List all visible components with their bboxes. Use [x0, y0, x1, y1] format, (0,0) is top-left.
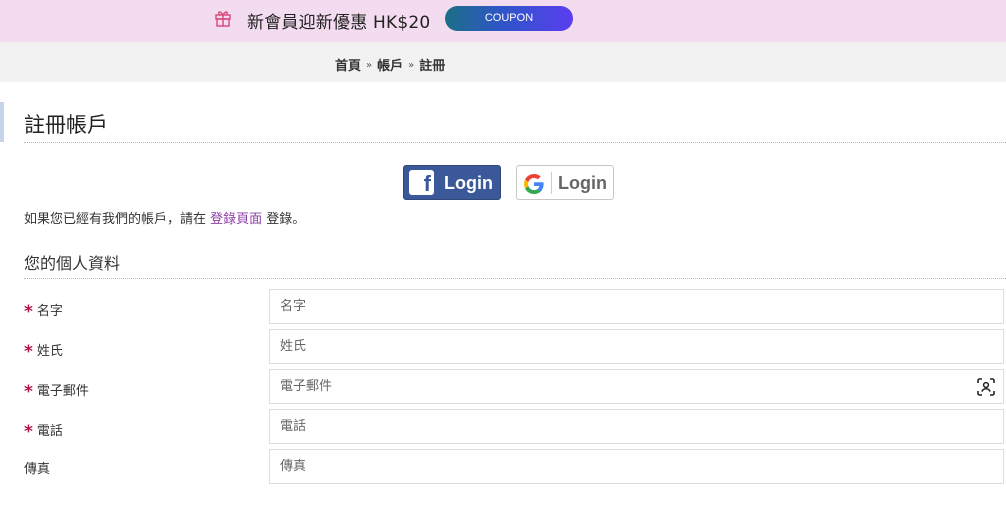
- first-name-input[interactable]: [270, 290, 1003, 323]
- breadcrumb-separator: »: [408, 60, 415, 71]
- breadcrumb-account[interactable]: 帳戶: [377, 59, 403, 74]
- login-prompt-suffix: 登錄。: [262, 212, 306, 227]
- facebook-login-label: Login: [444, 173, 493, 193]
- google-divider: [551, 172, 552, 194]
- email-label-text: 電子郵件: [36, 384, 89, 399]
- required-marker: *: [24, 422, 33, 442]
- google-login-label: Login: [558, 173, 607, 193]
- breadcrumb-bar: 首頁 » 帳戶 » 註冊: [0, 42, 1006, 82]
- required-marker: *: [24, 302, 33, 322]
- google-icon: [524, 174, 544, 194]
- facebook-login-button[interactable]: f Login: [403, 165, 501, 200]
- personal-info-heading: 您的個人資料: [24, 254, 121, 273]
- login-page-link[interactable]: 登錄頁面: [210, 212, 262, 227]
- divider: [24, 142, 1006, 143]
- fax-input[interactable]: [270, 450, 1003, 483]
- phone-label: * 電話: [24, 420, 63, 442]
- promo-text: 新會員迎新優惠 HK$20: [247, 13, 431, 33]
- facebook-icon: f: [409, 170, 434, 196]
- breadcrumb-register: 註冊: [419, 59, 446, 74]
- login-prompt-text: 如果您已經有我們的帳戶，請在: [24, 212, 211, 227]
- email-input[interactable]: [270, 370, 1003, 403]
- breadcrumb-home[interactable]: 首頁: [335, 59, 361, 74]
- title-accent-bar: [0, 102, 4, 142]
- breadcrumb-separator: »: [366, 60, 373, 71]
- phone-field[interactable]: [269, 409, 1004, 444]
- email-label: * 電子郵件: [24, 380, 89, 402]
- breadcrumb: 首頁 » 帳戶 » 註冊: [335, 55, 445, 74]
- last-name-label-text: 姓氏: [36, 344, 63, 359]
- page-title: 註冊帳戶: [24, 113, 108, 137]
- last-name-field[interactable]: [269, 329, 1004, 364]
- divider: [24, 278, 1006, 279]
- last-name-input[interactable]: [270, 330, 1003, 363]
- fax-label: 傳真: [24, 458, 50, 477]
- first-name-field[interactable]: [269, 289, 1004, 324]
- first-name-label: * 名字: [24, 300, 63, 322]
- first-name-label-text: 名字: [36, 304, 63, 319]
- last-name-label: * 姓氏: [24, 340, 63, 362]
- phone-label-text: 電話: [36, 424, 63, 439]
- required-marker: *: [24, 342, 33, 362]
- promo-banner: 新會員迎新優惠 HK$20 COUPON: [0, 0, 1006, 42]
- google-login-button[interactable]: Login: [516, 165, 614, 200]
- gift-icon: [215, 11, 231, 27]
- fax-label-text: 傳真: [24, 462, 51, 477]
- required-marker: *: [24, 382, 33, 402]
- contact-autofill-icon[interactable]: [977, 378, 995, 396]
- coupon-button[interactable]: COUPON: [445, 6, 573, 31]
- phone-input[interactable]: [270, 410, 1003, 443]
- login-prompt: 如果您已經有我們的帳戶，請在 登錄頁面 登錄。: [24, 208, 305, 227]
- email-field[interactable]: [269, 369, 1004, 404]
- fax-field[interactable]: [269, 449, 1004, 484]
